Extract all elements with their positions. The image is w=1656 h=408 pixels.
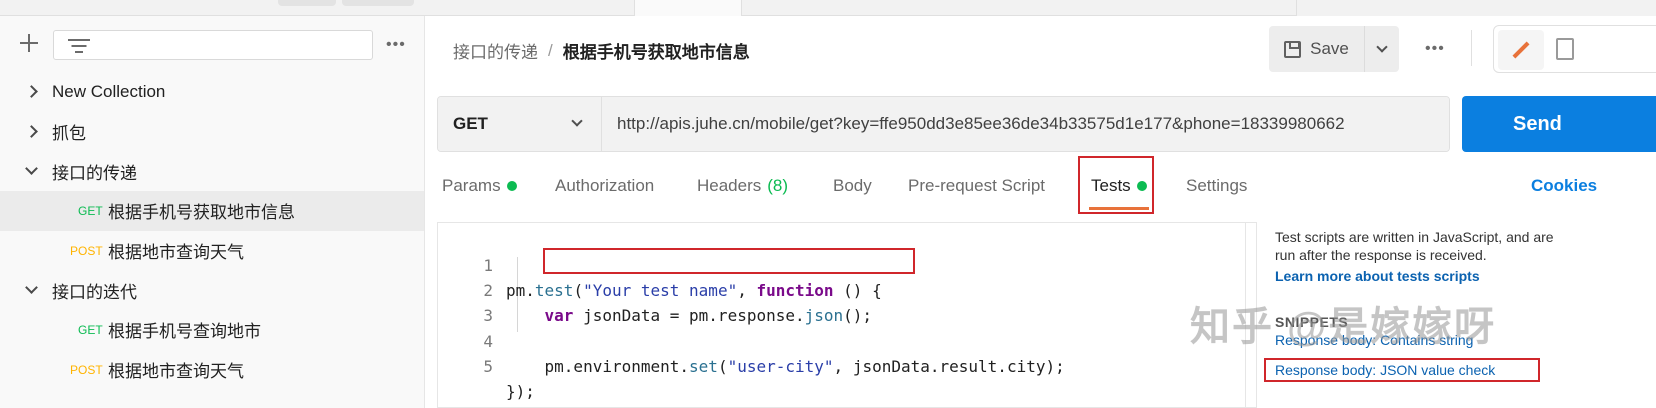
collection-label: 接口的传递 [52, 163, 137, 183]
method-select[interactable]: GET [438, 97, 602, 151]
request-tab[interactable] [634, 0, 742, 16]
request-tab[interactable] [1296, 0, 1656, 16]
save-icon [1284, 40, 1302, 58]
annotation-box [543, 248, 915, 274]
chevron-right-icon[interactable] [24, 125, 38, 139]
annotation-box [1264, 358, 1540, 382]
request-tabs: Params Authorization Headers (8) Body Pr… [425, 166, 1656, 210]
tab-headers[interactable]: Headers (8) [697, 176, 788, 196]
url-input[interactable]: http://apis.juhe.cn/mobile/get?key=ffe95… [602, 97, 1449, 151]
tab-label: Pre-request Script [908, 176, 1045, 195]
window-control[interactable] [342, 0, 414, 6]
headers-count: (8) [767, 176, 789, 195]
status-dot-icon [506, 181, 517, 191]
window-control[interactable] [278, 0, 336, 6]
chevron-right-icon[interactable] [24, 85, 38, 99]
code-line: 5 }); [438, 329, 1238, 401]
line-text: }); [506, 382, 535, 401]
edit-button[interactable] [1498, 30, 1544, 70]
method-badge: POST [70, 362, 103, 377]
request-label: 根据手机号获取地市信息 [108, 203, 295, 223]
learn-more-link[interactable]: Learn more about tests scripts [1275, 268, 1656, 284]
tab-label: Authorization [555, 176, 655, 195]
save-button[interactable]: Save [1269, 26, 1365, 72]
method-badge: POST [70, 243, 103, 258]
add-icon[interactable] [18, 32, 40, 54]
line-number: 5 [483, 357, 493, 376]
tests-description: Test scripts are written in JavaScript, … [1275, 229, 1554, 263]
request-label: 根据地市查询天气 [108, 243, 244, 263]
code-line: 3 [438, 278, 1238, 325]
collection-item[interactable]: New Collection [0, 72, 424, 112]
save-label: Save [1310, 39, 1349, 58]
request-editor: 接口的传递 / 根据手机号获取地市信息 Save ••• GET http://… [425, 16, 1656, 408]
method-badge: GET [78, 322, 103, 337]
send-button[interactable]: Send [1462, 96, 1656, 152]
filter-icon [68, 39, 90, 53]
collection-item[interactable]: 抓包 [0, 112, 424, 152]
watermark: 知乎 @是嫁嫁呀 [1190, 305, 1497, 349]
method-value: GET [453, 114, 488, 133]
tab-body[interactable]: Body [833, 176, 872, 196]
filter-input[interactable] [53, 30, 373, 60]
breadcrumb-separator: / [548, 40, 553, 60]
collection-item[interactable]: 接口的传递 [0, 151, 424, 191]
cookies-link[interactable]: Cookies [1531, 176, 1597, 196]
sidebar-more-icon[interactable]: ••• [386, 36, 406, 54]
tab-authorization[interactable]: Authorization [555, 176, 654, 196]
breadcrumb-parent[interactable]: 接口的传递 [453, 38, 538, 63]
more-options-icon[interactable]: ••• [1425, 40, 1445, 58]
tab-label: Headers [697, 176, 762, 195]
sidebar-toolbar: ••• [0, 16, 425, 72]
chevron-down-icon[interactable] [24, 162, 38, 178]
tab-params[interactable]: Params [442, 176, 517, 196]
right-toolbar [1493, 25, 1656, 73]
collection-tree: New Collection 抓包 接口的传递 GET 根据手机号获取地市信息 … [0, 72, 424, 390]
url-bar: GET http://apis.juhe.cn/mobile/get?key=f… [437, 96, 1450, 152]
save-group: Save [1269, 26, 1401, 72]
code-line: 4 pm.environment.set("user-city", jsonDa… [438, 304, 1238, 376]
pencil-icon [1512, 41, 1530, 59]
request-item[interactable]: GET 根据手机号获取地市信息 [0, 191, 424, 231]
save-options-button[interactable] [1365, 26, 1399, 72]
request-item[interactable]: POST 根据地市查询天气 [0, 231, 424, 271]
request-label: 根据地市查询天气 [108, 362, 244, 382]
method-badge: GET [78, 203, 103, 218]
tab-label: Body [833, 176, 872, 195]
tab-pre-request-script[interactable]: Pre-request Script [908, 176, 1045, 196]
tab-settings[interactable]: Settings [1186, 176, 1247, 196]
annotation-box [1078, 156, 1154, 214]
tab-label: Params [442, 176, 501, 195]
collection-label: New Collection [52, 81, 166, 101]
collection-item[interactable]: 接口的迭代 [0, 270, 424, 310]
breadcrumb: 接口的传递 / 根据手机号获取地市信息 [453, 38, 750, 63]
request-label: 根据手机号查询地市 [108, 322, 261, 342]
collection-label: 接口的迭代 [52, 282, 137, 302]
chevron-down-icon [571, 115, 583, 127]
divider [1471, 30, 1472, 66]
request-title[interactable]: 根据手机号获取地市信息 [563, 38, 750, 63]
line-text: pm.environment.set("user-city", jsonData… [506, 357, 1065, 376]
request-item[interactable]: GET 根据手机号查询地市 [0, 310, 424, 350]
documentation-icon[interactable] [1556, 38, 1574, 60]
request-item[interactable]: POST 根据地市查询天气 [0, 350, 424, 390]
chevron-down-icon [1376, 40, 1388, 53]
tab-label: Settings [1186, 176, 1248, 195]
chevron-down-icon[interactable] [24, 281, 38, 297]
collection-label: 抓包 [52, 124, 86, 144]
sidebar: ••• New Collection 抓包 接口的传递 GET 根据手机号获取地… [0, 16, 425, 408]
top-tab-strip [0, 0, 1656, 16]
